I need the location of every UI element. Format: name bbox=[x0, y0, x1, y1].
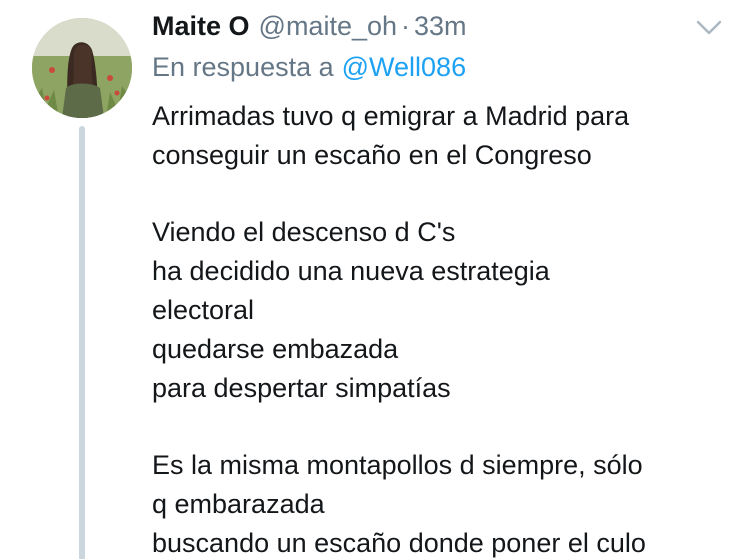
tweet-text-line: quedarse embazada bbox=[152, 333, 399, 364]
tweet-text-line: para despertar simpatías bbox=[152, 372, 451, 403]
avatar-photo bbox=[32, 18, 132, 118]
tweet-text-line: ha decidido una nueva estrategia bbox=[152, 256, 550, 287]
reply-prefix: En respuesta a bbox=[152, 51, 334, 82]
avatar[interactable] bbox=[32, 18, 132, 118]
tweet-text-line: conseguir un escaño en el Congreso bbox=[152, 139, 592, 170]
reply-context: En respuesta a @Well086 bbox=[152, 47, 466, 87]
tweet-timestamp[interactable]: 33m bbox=[414, 11, 467, 42]
tweet-text-line: q embarazada bbox=[152, 488, 325, 519]
author-handle[interactable]: @maite_oh bbox=[259, 11, 397, 42]
paragraph-break bbox=[152, 175, 742, 214]
chevron-down-icon-graphic bbox=[696, 20, 722, 35]
separator-dot: · bbox=[401, 10, 411, 41]
tweet-text-line: electoral bbox=[152, 294, 255, 325]
paragraph-break bbox=[152, 407, 742, 446]
tweet-text-line: Es la misma montapollos d siempre, sólo bbox=[152, 450, 643, 481]
tweet-text-line: buscando un escaño donde poner el culo bbox=[152, 527, 646, 558]
author-display-name[interactable]: Maite O bbox=[152, 11, 250, 42]
tweet-text-line: Arrimadas tuvo q emigrar a Madrid para bbox=[152, 101, 630, 131]
thread-line bbox=[79, 126, 85, 559]
reply-mention-link[interactable]: @Well086 bbox=[342, 52, 466, 83]
tweet-text: Arrimadas tuvo q emigrar a Madrid para c… bbox=[152, 97, 742, 559]
tweet-card: Maite O @maite_oh · 33m En respuesta a @… bbox=[0, 0, 750, 559]
tweet-text-line: Viendo el descenso d C's bbox=[152, 217, 456, 248]
chevron-down-icon[interactable] bbox=[693, 14, 725, 40]
tweet-header: Maite O @maite_oh · 33m bbox=[152, 6, 467, 46]
